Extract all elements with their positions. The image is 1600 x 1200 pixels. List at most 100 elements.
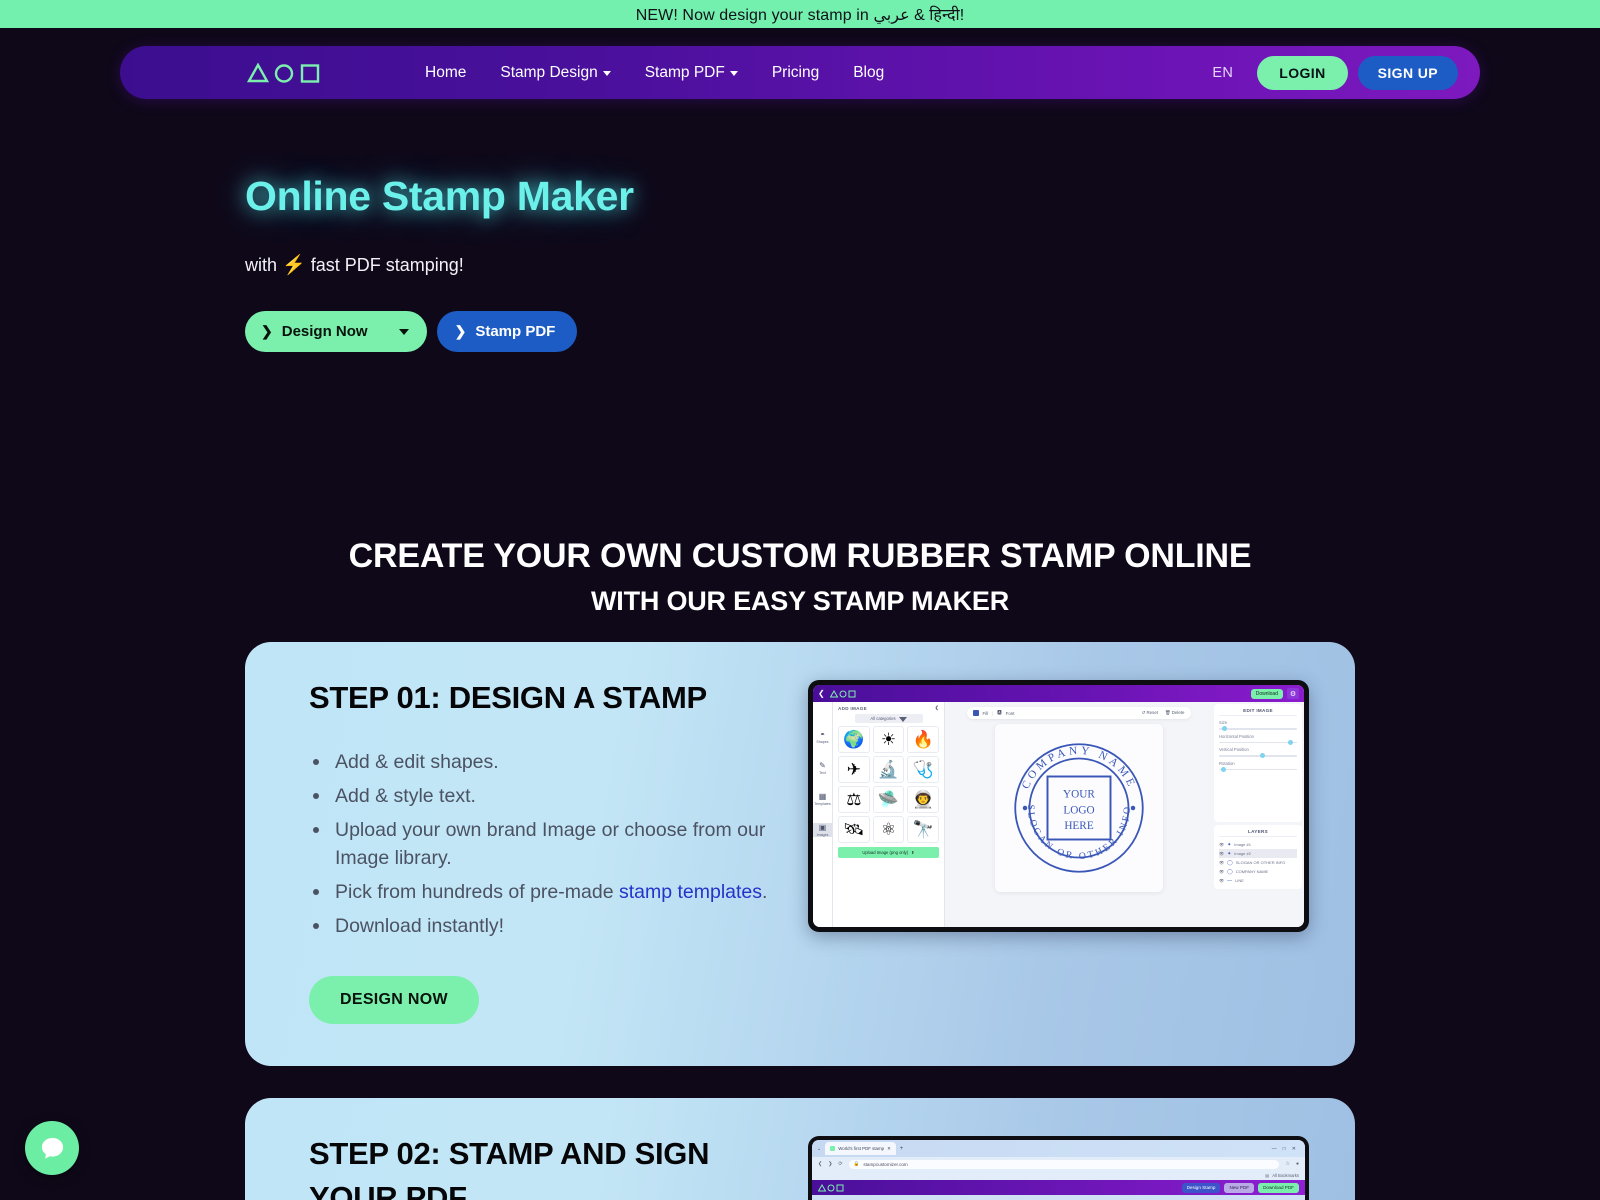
sidebar-item-text[interactable]: ✎ Text	[813, 761, 832, 775]
sidebar-item-templates[interactable]: ▦ Templates	[813, 792, 832, 806]
chat-bubble-icon	[41, 1137, 63, 1159]
svg-text:COMPANY NAME: COMPANY NAME	[1019, 745, 1137, 791]
step-01-content: STEP 01: DESIGN A STAMP Add & edit shape…	[309, 680, 779, 1024]
eye-icon[interactable]: 👁	[1219, 878, 1224, 883]
delete-label: Delete	[1171, 710, 1185, 715]
eye-icon[interactable]: 👁	[1219, 851, 1224, 856]
step-01-design-now-button[interactable]: DESIGN NOW	[309, 976, 479, 1024]
layer-row[interactable]: 👁 ― LINE	[1219, 876, 1297, 885]
image-tile-astronaut[interactable]: 👨‍🚀	[907, 786, 939, 813]
url-input[interactable]: 🔒 stampcustomizer.com	[848, 1159, 1280, 1169]
eye-icon[interactable]: 👁	[1219, 860, 1224, 865]
chat-widget-button[interactable]	[25, 1121, 79, 1175]
image-tile-atom[interactable]: ⚛	[872, 816, 905, 843]
eye-icon[interactable]: 👁	[1219, 869, 1224, 874]
new-tab-icon[interactable]: +	[900, 1146, 904, 1152]
layer-row[interactable]: 👁 ✦ Image #2	[1219, 849, 1297, 858]
image-tile-stethoscope[interactable]: 🩺	[907, 756, 939, 783]
image-tile-globe[interactable]: 🌍	[838, 726, 870, 753]
layer-row[interactable]: 👁 ◯ SLOGAN OR OTHER INFO	[1219, 858, 1297, 867]
layers-panel: LAYERS 👁 ✦ Image #1 👁 ✦ Image #2 👁 ◯ SLOGAN OR…	[1214, 825, 1302, 889]
nav-item-stamp-design[interactable]: Stamp Design	[500, 64, 611, 82]
nav-item-blog[interactable]: Blog	[853, 64, 884, 82]
window-minimize-icon[interactable]: ―	[1272, 1146, 1277, 1152]
eye-icon[interactable]: 👁	[1219, 842, 1224, 847]
image-tile-telescope[interactable]: 🔭	[907, 816, 939, 843]
nav-links: Home Stamp Design Stamp PDF Pricing Blog	[425, 64, 884, 82]
language-selector[interactable]: EN	[1212, 65, 1233, 81]
tab-list-icon[interactable]: ⌄	[817, 1146, 821, 1152]
announcement-banner[interactable]: NEW! Now design your stamp in عربي & हिन…	[0, 0, 1600, 28]
window-maximize-icon[interactable]: □	[1283, 1146, 1286, 1152]
back-icon[interactable]: ❮	[818, 1161, 822, 1167]
close-icon[interactable]: ✕	[887, 1146, 891, 1152]
brand-logo[interactable]	[247, 62, 321, 84]
hero-stamp-pdf-button[interactable]: ❯ Stamp PDF	[436, 311, 578, 352]
nav-item-stamp-pdf[interactable]: Stamp PDF	[645, 64, 738, 82]
image-tile-gavel[interactable]: ⚖	[838, 786, 870, 813]
signup-button[interactable]: SIGN UP	[1357, 55, 1458, 90]
nav-item-pricing[interactable]: Pricing	[772, 64, 819, 82]
fill-color-swatch[interactable]	[972, 710, 979, 716]
sidebar-item-shapes[interactable]: ◓ Shapes	[813, 730, 832, 744]
stamp-canvas-sheet[interactable]: COMPANY NAME SLOGAN OR OTHER INFO YOUR L…	[994, 724, 1163, 892]
category-select[interactable]: All categories	[854, 714, 923, 723]
horizontal-position-slider[interactable]	[1219, 739, 1297, 745]
dropdown-caret-icon[interactable]	[398, 328, 409, 335]
window-close-icon[interactable]: ✕	[1292, 1146, 1296, 1152]
sidebar-item-images[interactable]: ▣ Images	[813, 823, 832, 837]
rotation-slider[interactable]	[1219, 766, 1297, 772]
gear-icon[interactable]: ⚙	[1287, 688, 1299, 699]
reset-button[interactable]: ↺ Reset	[1142, 710, 1158, 716]
all-bookmarks-label[interactable]: All Bookmarks	[1272, 1173, 1299, 1178]
hero-design-now-button[interactable]: ❯ Design Now	[245, 311, 427, 352]
hero-section: Online Stamp Maker with ⚡ fast PDF stamp…	[0, 99, 1600, 352]
stamp-templates-link[interactable]: stamp templates	[619, 881, 762, 903]
text-icon: ✎	[819, 761, 826, 770]
browser-bookmarks-bar: ▤ All Bookmarks	[812, 1171, 1305, 1180]
design-stamp-button[interactable]: Design Stamp	[1181, 1182, 1221, 1193]
image-tile-sun[interactable]: ☀	[872, 726, 905, 753]
editor-download-button[interactable]: Download	[1250, 688, 1283, 699]
image-tile-fire[interactable]: 🔥	[907, 726, 939, 753]
layer-row[interactable]: 👁 ◯ COMPANY NAME	[1219, 867, 1297, 876]
sidebar-item-templates-label: Templates	[814, 802, 831, 806]
collapse-panel-icon[interactable]: ❮	[935, 705, 939, 711]
upload-image-button[interactable]: Upload Image (png only) ⬆	[838, 847, 939, 858]
step-01-bullets: Add & edit shapes. Add & style text. Upl…	[309, 748, 779, 940]
size-slider[interactable]	[1219, 726, 1297, 732]
slider-knob[interactable]	[1287, 739, 1293, 745]
layer-label: SLOGAN OR OTHER INFO	[1235, 860, 1286, 865]
image-tile-airplane[interactable]: ✈	[838, 756, 870, 783]
sidebar-item-text-label: Text	[819, 771, 826, 775]
hero-subtitle: with ⚡ fast PDF stamping!	[245, 253, 1600, 277]
layer-label: Image #1	[1234, 842, 1251, 847]
back-chevron-icon[interactable]: ❮	[818, 689, 825, 698]
slider-knob[interactable]	[1222, 726, 1228, 732]
vertical-position-slider[interactable]	[1219, 753, 1297, 759]
new-pdf-button[interactable]: New PDF	[1224, 1182, 1255, 1193]
layer-row[interactable]: 👁 ✦ Image #1	[1219, 840, 1297, 849]
layer-type-icon: ✦	[1227, 850, 1232, 857]
image-tile-satellite[interactable]: 🛰	[838, 816, 870, 843]
slider-knob[interactable]	[1259, 753, 1265, 759]
profile-avatar[interactable]: ●	[1296, 1161, 1299, 1167]
slider-label-vertical: Vertical Position	[1219, 747, 1249, 752]
bookmark-star-icon[interactable]: ☆	[1285, 1161, 1289, 1167]
nav-item-home[interactable]: Home	[425, 64, 466, 82]
browser-tabbar: ⌄ World's first PDF stamp ✕ + ― □ ✕	[812, 1140, 1305, 1157]
browser-tab[interactable]: World's first PDF stamp ✕	[825, 1142, 896, 1155]
edit-image-panel: EDIT IMAGE Size Horizontal Position Vert…	[1214, 704, 1302, 822]
add-image-panel-title: ADD IMAGE	[838, 705, 867, 711]
reload-icon[interactable]: ⟳	[838, 1161, 842, 1167]
slider-knob[interactable]	[1220, 766, 1226, 772]
images-icon: ▣	[818, 823, 827, 832]
image-tile-microscope[interactable]: 🔬	[872, 756, 905, 783]
editor-sidebar-rail: ◓ Shapes ✎ Text ▦ Templates ▣ Images	[813, 702, 833, 927]
delete-button[interactable]: 🗑 Delete	[1165, 710, 1185, 716]
forward-icon[interactable]: ❯	[828, 1161, 832, 1167]
login-button[interactable]: LOGIN	[1257, 55, 1348, 90]
image-tile-ufo[interactable]: 🛸	[872, 786, 905, 813]
download-pdf-button[interactable]: Download PDF	[1258, 1182, 1299, 1193]
svg-text:HERE: HERE	[1064, 820, 1094, 832]
